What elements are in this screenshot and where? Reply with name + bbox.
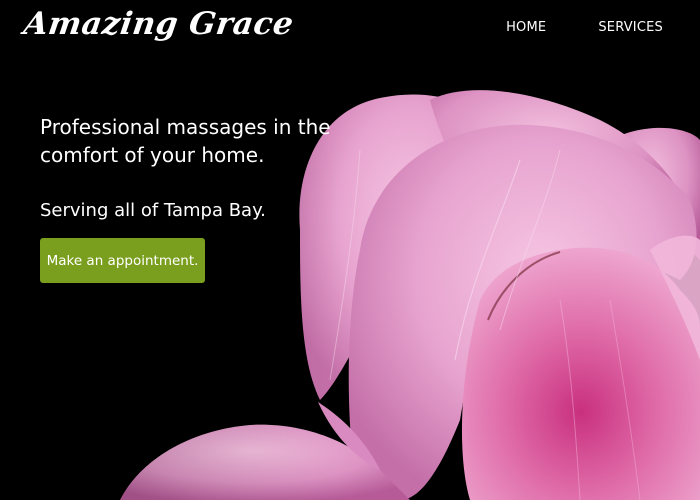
nav-home-link[interactable]: HOME (506, 20, 546, 35)
hero-headline: Professional massages in the comfort of … (40, 115, 331, 167)
brand-logo[interactable]: Amazing Grace (21, 6, 295, 42)
hero-section: Amazing Grace HOME SERVICES Professional… (0, 0, 700, 500)
nav-services-link[interactable]: SERVICES (598, 20, 663, 35)
hero-tagline: Serving all of Tampa Bay. (40, 200, 266, 221)
make-appointment-button[interactable]: Make an appointment. (40, 238, 205, 283)
main-nav: HOME SERVICES (506, 20, 663, 35)
